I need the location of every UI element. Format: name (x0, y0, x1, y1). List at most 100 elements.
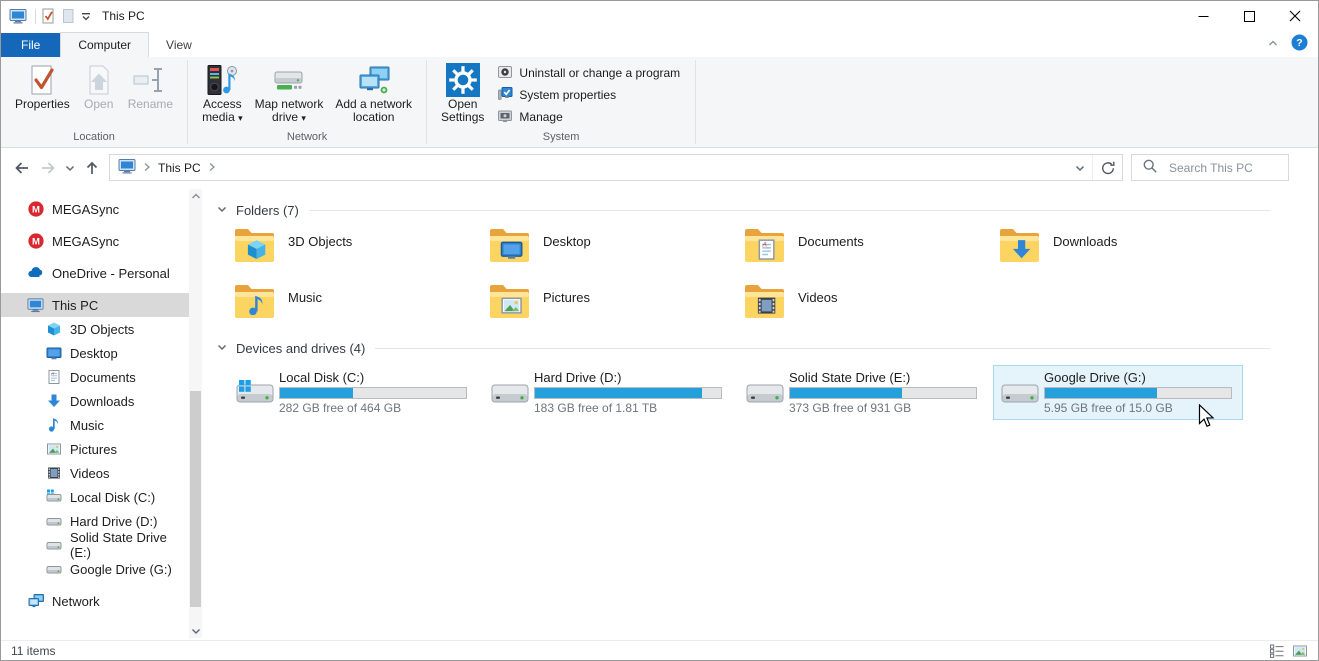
drive-icon (45, 561, 62, 577)
scroll-down-arrow[interactable] (189, 624, 202, 638)
scroll-up-arrow[interactable] (189, 189, 202, 203)
qat-properties-icon[interactable] (40, 8, 56, 24)
folder-tile-videos[interactable]: Videos (738, 279, 988, 335)
sidebar-item-label: Local Disk (C:) (70, 490, 155, 505)
drive-tile-solid-state-drive-e[interactable]: Solid State Drive (E:) 373 GB free of 93… (738, 365, 988, 420)
section-header-folders[interactable]: Folders (7) (204, 197, 1318, 223)
search-box[interactable] (1131, 154, 1289, 181)
search-input[interactable] (1167, 160, 1282, 176)
refresh-button[interactable] (1092, 155, 1122, 180)
sidebar-item-megasync[interactable]: M MEGASync (1, 197, 189, 221)
collapse-ribbon-button[interactable] (1267, 37, 1279, 52)
folder-tile-desktop[interactable]: Desktop (483, 223, 733, 279)
uninstall-icon (497, 64, 513, 83)
sidebar-item-label: OneDrive - Personal (52, 266, 170, 281)
sidebar-item-local-disk-c[interactable]: Local Disk (C:) (1, 485, 189, 509)
sidebar-item-this-pc[interactable]: This PC (1, 293, 189, 317)
map-network-drive-button[interactable]: Map networkdrive ▾ (249, 60, 330, 125)
address-dropdown-button[interactable] (1068, 155, 1092, 180)
chevron-right-icon[interactable] (208, 161, 216, 175)
drive-tile-windows-icon (233, 370, 277, 415)
sidebar-item-pictures[interactable]: Pictures (1, 437, 189, 461)
minimize-button[interactable] (1180, 1, 1226, 31)
tab-computer[interactable]: Computer (60, 32, 149, 57)
ribbon-group-label: Network (188, 130, 426, 147)
sidebar-item-solid-state-drive-e[interactable]: Solid State Drive (E:) (1, 533, 189, 557)
sidebar-item-music[interactable]: Music (1, 413, 189, 437)
breadcrumb[interactable]: This PC (110, 155, 1068, 180)
manage-icon (497, 108, 513, 127)
drive-tile-google-drive-g[interactable]: Google Drive (G:) 5.95 GB free of 15.0 G… (993, 365, 1243, 420)
drive-tile-icon (488, 370, 532, 415)
drive-tile-local-disk-c[interactable]: Local Disk (C:) 282 GB free of 464 GB (228, 365, 478, 420)
drive-icon (45, 513, 62, 529)
drive-tile-hard-drive-d[interactable]: Hard Drive (D:) 183 GB free of 1.81 TB (483, 365, 733, 420)
sidebar-scrollbar[interactable] (189, 189, 202, 638)
access-media-button[interactable]: Accessmedia ▾ (196, 60, 249, 125)
folder-tile-documents[interactable]: A Documents (738, 223, 988, 279)
folder-tile-downloads[interactable]: Downloads (993, 223, 1243, 279)
qat-document-icon[interactable] (60, 8, 76, 24)
sidebar-item-google-drive-g[interactable]: Google Drive (G:) (1, 557, 189, 581)
titlebar: This PC (1, 1, 1318, 31)
address-bar[interactable]: This PC (109, 154, 1123, 181)
drive-capacity-bar (279, 387, 467, 399)
sidebar-item-onedrive-personal[interactable]: OneDrive - Personal (1, 261, 189, 285)
manage-button[interactable]: Manage (494, 108, 683, 126)
sidebar-item-label: Solid State Drive (E:) (70, 530, 189, 560)
drive-free-space: 5.95 GB free of 15.0 GB (1044, 401, 1232, 415)
view-toggle-buttons (1269, 643, 1308, 659)
tab-view[interactable]: View (149, 33, 209, 57)
up-button[interactable] (79, 155, 105, 181)
divider (309, 210, 1270, 211)
large-icons-view-button[interactable] (1292, 643, 1308, 659)
folder-3d-objects-icon (232, 225, 278, 277)
close-button[interactable] (1272, 1, 1318, 31)
scrollbar-thumb[interactable] (190, 391, 201, 607)
folder-desktop-icon (487, 225, 533, 277)
sidebar-item-desktop[interactable]: Desktop (1, 341, 189, 365)
folder-tile-pictures[interactable]: Pictures (483, 279, 733, 335)
properties-button[interactable]: Properties (9, 60, 76, 111)
content-pane: Folders (7) 3D Objects Desktop A Documen… (204, 187, 1318, 640)
help-button[interactable]: ? (1291, 34, 1308, 54)
open-settings-button[interactable]: OpenSettings (435, 60, 490, 124)
details-view-button[interactable] (1269, 643, 1285, 659)
drive-capacity-bar (789, 387, 977, 399)
window-controls (1180, 1, 1318, 31)
sidebar-item-3d-objects[interactable]: 3D Objects (1, 317, 189, 341)
ribbon-group-location: Properties Open Rename Location (1, 57, 187, 147)
videos-icon (45, 465, 62, 481)
chevron-right-icon[interactable] (143, 161, 151, 175)
downloads-icon (45, 393, 62, 409)
drive-name: Hard Drive (D:) (534, 370, 722, 385)
qat-customize-chevron-icon[interactable] (80, 10, 92, 22)
folder-name: Music (288, 290, 322, 333)
sidebar-item-label: Music (70, 418, 104, 433)
sidebar-item-documents[interactable]: A Documents (1, 365, 189, 389)
folder-videos-icon (742, 281, 788, 333)
system-properties-button[interactable]: System properties (494, 86, 683, 104)
this-pc-icon (27, 297, 44, 313)
sidebar-item-videos[interactable]: Videos (1, 461, 189, 485)
drive-tile-icon (743, 370, 787, 415)
sidebar-item-megasync[interactable]: M MEGASync (1, 229, 189, 253)
folder-tile-3d-objects[interactable]: 3D Objects (228, 223, 478, 279)
folder-name: Videos (798, 290, 838, 333)
sidebar-item-network[interactable]: Network (1, 589, 189, 613)
maximize-button[interactable] (1226, 1, 1272, 31)
sidebar-item-label: Videos (70, 466, 110, 481)
sidebar-item-downloads[interactable]: Downloads (1, 389, 189, 413)
add-a-network-location-button[interactable]: Add a networklocation (329, 60, 418, 124)
forward-button[interactable] (35, 155, 61, 181)
drive-capacity-bar (1044, 387, 1232, 399)
breadcrumb-location[interactable]: This PC (158, 161, 201, 175)
uninstall-or-change-a-program-button[interactable]: Uninstall or change a program (494, 64, 683, 82)
navigation-pane: M MEGASync M MEGASync OneDrive - Persona… (1, 187, 204, 640)
back-button[interactable] (9, 155, 35, 181)
tab-file[interactable]: File (1, 33, 60, 57)
folder-tile-music[interactable]: Music (228, 279, 478, 335)
svg-text:?: ? (1296, 37, 1302, 49)
recent-locations-button[interactable] (61, 155, 79, 181)
section-header-drives[interactable]: Devices and drives (4) (204, 335, 1318, 361)
